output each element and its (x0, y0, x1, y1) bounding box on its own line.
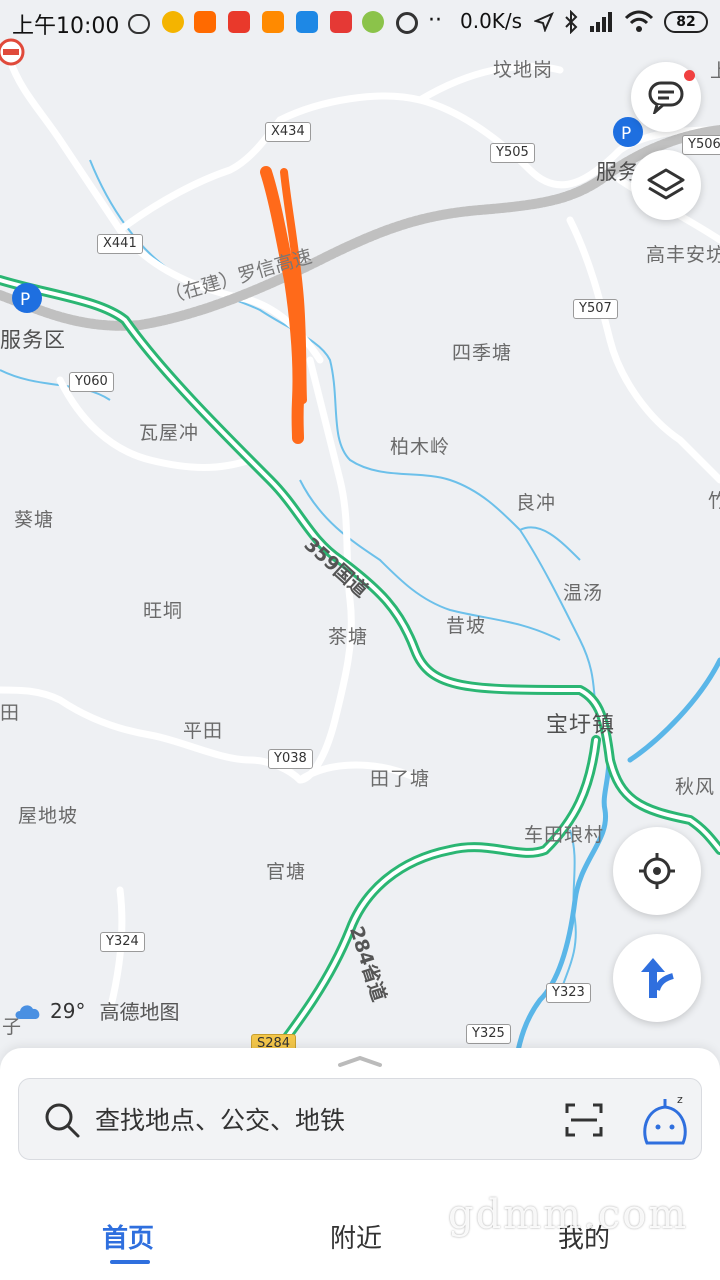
road-shield: Y506 (682, 135, 720, 155)
status-time: 上午10:00 (12, 14, 120, 39)
place-label[interactable]: 茶塘 (328, 622, 368, 649)
notification-dot (684, 70, 695, 81)
bluetooth-icon (565, 10, 578, 34)
map-canvas[interactable]: P P 坟地岗 服务 高丰安坊 服务区 四季塘 瓦屋冲 柏木岭 良冲 葵塘 旺垌… (0, 0, 720, 1065)
place-label[interactable]: 四季塘 (452, 338, 512, 365)
road-shield: Y060 (69, 372, 114, 392)
place-label[interactable]: 官塘 (266, 857, 306, 884)
road-shield: Y038 (268, 749, 313, 769)
place-label[interactable]: 柏木岭 (390, 432, 450, 459)
q-icon (396, 12, 418, 34)
place-label[interactable]: 瓦屋冲 (139, 418, 199, 445)
temperature: 29° (50, 998, 86, 1023)
news-icon (228, 11, 250, 33)
tab-home[interactable]: 首页 (102, 1218, 154, 1255)
uc-icon (262, 11, 284, 33)
mi-icon (194, 11, 216, 33)
layers-button[interactable] (631, 150, 701, 220)
place-label[interactable]: 上 (710, 56, 720, 83)
search-input[interactable] (93, 1099, 537, 1141)
chat-bubble-icon (648, 81, 684, 114)
svg-text:P: P (621, 124, 631, 144)
route-arrow-icon (641, 958, 674, 998)
road-shield: Y324 (100, 932, 145, 952)
road-shield: Y505 (490, 143, 535, 163)
scan-icon[interactable] (565, 1101, 603, 1139)
youku-icon (296, 11, 318, 33)
messages-button[interactable] (631, 62, 701, 132)
signal-icon (590, 12, 612, 32)
net-speed: 0.0K/s (460, 9, 523, 33)
place-label[interactable]: 高丰安坊 (646, 240, 720, 267)
road-shield: X434 (265, 122, 311, 142)
place-label[interactable]: 车田琅村 (524, 820, 604, 847)
location-arrow-icon (534, 12, 554, 32)
active-tab-indicator (110, 1260, 150, 1264)
layers-icon (647, 168, 685, 200)
search-icon (45, 1103, 80, 1138)
place-label[interactable]: 服务区 (0, 324, 66, 354)
watermark: gdmm.com (448, 1192, 689, 1238)
place-label[interactable]: 田了塘 (370, 764, 430, 791)
battery-indicator: 82 (664, 11, 708, 33)
locate-button[interactable] (613, 827, 701, 915)
road-shield: Y325 (466, 1024, 511, 1044)
road-shield: X441 (97, 234, 143, 254)
place-label[interactable]: 秋风 (675, 772, 715, 799)
voice-assistant-icon[interactable]: z (639, 1093, 691, 1147)
place-label[interactable]: 竹 (708, 486, 720, 513)
cloud-icon (15, 1004, 40, 1019)
weather-widget[interactable]: 29° 高德地图 (12, 996, 179, 1025)
svg-text:P: P (20, 290, 30, 310)
place-label[interactable]: 温汤 (563, 578, 603, 605)
place-label[interactable]: 昔坡 (446, 611, 486, 638)
route-button[interactable] (613, 934, 701, 1022)
tab-nearby[interactable]: 附近 (330, 1218, 382, 1255)
road-shield: Y507 (573, 299, 618, 319)
road-shield: Y323 (546, 983, 591, 1003)
wifi-icon (624, 10, 654, 32)
weibo-color-icon (162, 11, 184, 33)
sheet-handle-icon[interactable] (336, 1054, 384, 1068)
place-label[interactable]: 葵塘 (14, 505, 54, 532)
place-label[interactable]: 屋地坡 (18, 801, 78, 828)
svg-text:z: z (677, 1093, 683, 1106)
crosshair-icon (639, 853, 675, 889)
place-label[interactable]: 平田 (183, 716, 223, 743)
place-label[interactable]: 良冲 (516, 488, 556, 515)
place-label[interactable]: 旺垌 (143, 596, 183, 623)
weibo-icon (128, 14, 150, 34)
search-bar[interactable]: z (18, 1078, 702, 1160)
place-label[interactable]: 宝圩镇 (546, 707, 615, 739)
place-label[interactable]: 坟地岗 (493, 55, 553, 82)
place-label[interactable]: 田 (0, 698, 20, 725)
more-dots-icon: ·· (428, 8, 442, 33)
brand-logo: 高德地图 (99, 1000, 180, 1024)
ting-icon (330, 11, 352, 33)
qq-music-icon (362, 11, 384, 33)
status-bar: 上午10:00 ·· 0.0K/s 82 (0, 0, 720, 44)
